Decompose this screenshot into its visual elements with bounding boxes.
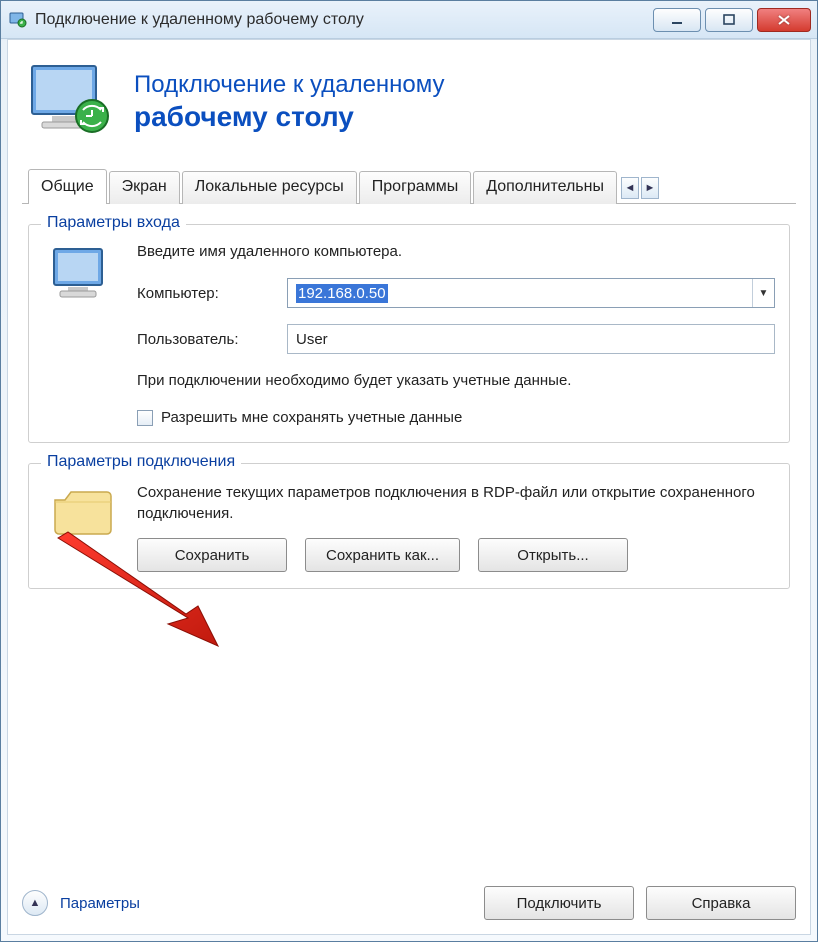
minimize-button[interactable] — [653, 8, 701, 32]
titlebar: Подключение к удаленному рабочему столу — [1, 1, 817, 39]
credentials-hint: При подключении необходимо будет указать… — [137, 370, 775, 391]
rdp-window: Подключение к удаленному рабочему столу — [0, 0, 818, 942]
computer-label: Компьютер: — [137, 285, 287, 302]
connection-text: Сохранение текущих параметров подключени… — [137, 482, 775, 524]
options-label[interactable]: Параметры — [60, 895, 140, 912]
maximize-button[interactable] — [705, 8, 753, 32]
login-group-title: Параметры входа — [41, 214, 186, 232]
connection-group-title: Параметры подключения — [41, 453, 241, 471]
connection-groupbox: Параметры подключения Сохранение текущих… — [28, 463, 790, 589]
computer-combobox[interactable]: 192.168.0.50 ▼ — [287, 278, 775, 308]
tab-programs[interactable]: Программы — [359, 171, 471, 204]
open-button[interactable]: Открыть... — [478, 538, 628, 572]
user-field[interactable]: User — [287, 324, 775, 354]
tab-scroll-left-icon[interactable]: ◄ — [621, 177, 639, 199]
user-value: User — [296, 331, 328, 348]
tab-local-resources[interactable]: Локальные ресурсы — [182, 171, 357, 204]
window-title: Подключение к удаленному рабочему столу — [35, 11, 653, 29]
client-area: Подключение к удаленному рабочему столу … — [7, 39, 811, 935]
login-instruction: Введите имя удаленного компьютера. — [137, 243, 775, 260]
save-as-button[interactable]: Сохранить как... — [305, 538, 460, 572]
login-groupbox: Параметры входа Введите имя удаленного к… — [28, 224, 790, 443]
options-toggle[interactable]: ▲ — [22, 890, 48, 916]
computer-icon — [43, 243, 123, 426]
tab-display[interactable]: Экран — [109, 171, 180, 204]
connect-button[interactable]: Подключить — [484, 886, 634, 920]
chevron-down-icon[interactable]: ▼ — [752, 279, 774, 307]
computer-value: 192.168.0.50 — [296, 284, 388, 303]
header: Подключение к удаленному рабочему столу — [22, 50, 796, 168]
tabs: Общие Экран Локальные ресурсы Программы … — [22, 168, 796, 204]
close-button[interactable] — [757, 8, 811, 32]
tab-general[interactable]: Общие — [28, 169, 107, 204]
header-line1: Подключение к удаленному — [134, 71, 445, 100]
save-credentials-row[interactable]: Разрешить мне сохранять учетные данные — [137, 409, 775, 426]
save-button[interactable]: Сохранить — [137, 538, 287, 572]
rdp-large-icon — [28, 60, 118, 144]
tab-advanced[interactable]: Дополнительны — [473, 171, 617, 204]
header-line2: рабочему столу — [134, 100, 445, 134]
window-controls — [653, 8, 811, 32]
save-credentials-checkbox[interactable] — [137, 410, 153, 426]
tab-scroll-right-icon[interactable]: ► — [641, 177, 659, 199]
save-credentials-label: Разрешить мне сохранять учетные данные — [161, 409, 462, 426]
help-button[interactable]: Справка — [646, 886, 796, 920]
user-label: Пользователь: — [137, 331, 287, 348]
header-text: Подключение к удаленному рабочему столу — [134, 71, 445, 133]
folder-icon — [43, 482, 123, 572]
footer: ▲ Параметры Подключить Справка — [22, 886, 796, 920]
app-icon — [9, 11, 27, 29]
